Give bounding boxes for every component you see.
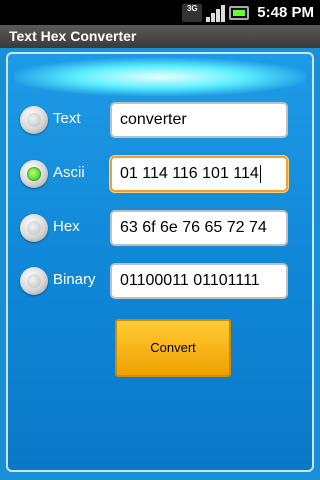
header-glow [14, 58, 306, 96]
text-radio-label: Text [53, 110, 81, 127]
binary-field[interactable]: 01100011 01101111 [110, 263, 288, 299]
binary-radio-label: Binary [53, 271, 96, 288]
battery-icon [229, 5, 250, 20]
signal-icon [206, 4, 226, 22]
binary-radio[interactable] [20, 267, 48, 295]
hex-field[interactable]: 63 6f 6e 76 65 72 74 [110, 210, 288, 246]
text-cursor [259, 164, 261, 183]
ascii-field-value: 01 114 116 101 114 [120, 165, 259, 182]
hex-radio-label: Hex [53, 218, 80, 235]
convert-button[interactable]: Convert [115, 319, 231, 377]
binary-row: Binary 01100011 01101111 [14, 263, 314, 299]
converter-panel: Text converter Ascii 01 114 116 101 114 … [6, 52, 314, 472]
3g-icon: 3G [182, 3, 203, 22]
ascii-row: Ascii 01 114 116 101 114 [14, 156, 314, 192]
clock: 5:48 PM [257, 4, 314, 21]
text-radio[interactable] [20, 106, 48, 134]
text-row: Text converter [14, 102, 314, 138]
text-field[interactable]: converter [110, 102, 288, 138]
status-bar: 3G 5:48 PM [0, 0, 320, 25]
ascii-radio-label: Ascii [53, 164, 85, 181]
app-title: Text Hex Converter [0, 25, 320, 48]
hex-row: Hex 63 6f 6e 76 65 72 74 [14, 210, 314, 246]
ascii-field[interactable]: 01 114 116 101 114 [110, 156, 288, 192]
hex-radio[interactable] [20, 214, 48, 242]
ascii-radio[interactable] [20, 160, 48, 188]
